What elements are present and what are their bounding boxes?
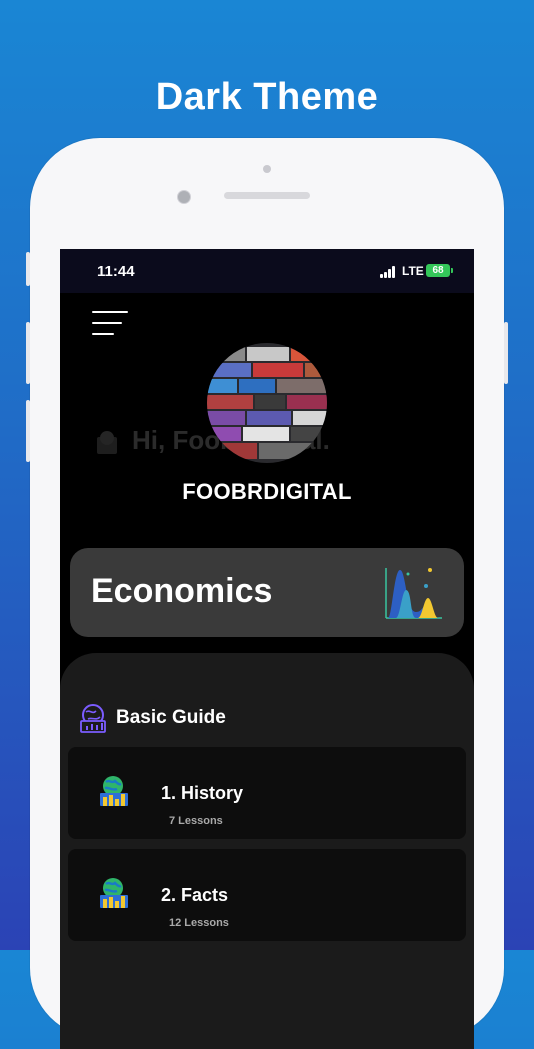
lesson-title: 2. Facts xyxy=(161,885,229,905)
lesson-count: 7 Lessons xyxy=(169,815,223,827)
menu-button[interactable] xyxy=(92,309,128,339)
phone-volume-up xyxy=(26,322,30,384)
status-bar: 11:44 LTE 68 xyxy=(60,249,474,293)
content-panel: Basic Guide 1. History 7 Lessons 2. Fact… xyxy=(60,653,474,1049)
lesson-card-facts[interactable]: 2. Facts 12 Lessons xyxy=(68,849,466,941)
front-camera xyxy=(177,190,191,204)
menu-icon-line xyxy=(92,333,114,335)
phone-frame: 11:44 LTE 68 Hi, Foobrdigital. xyxy=(26,138,508,1049)
subject-card[interactable]: Economics xyxy=(70,548,464,637)
avatar-image xyxy=(207,343,327,463)
battery-level: 68 xyxy=(432,265,444,276)
phone-speaker xyxy=(224,192,310,199)
globe-chart-icon xyxy=(80,704,106,733)
avatar[interactable] xyxy=(207,343,327,463)
app-screen: 11:44 LTE 68 Hi, Foobrdigital. xyxy=(60,249,474,1049)
section-title: Basic Guide xyxy=(116,707,226,728)
phone-mute-switch xyxy=(26,252,30,286)
lesson-count: 12 Lessons xyxy=(169,917,229,929)
globe-bar-chart-icon xyxy=(100,776,128,806)
lesson-card-history[interactable]: 1. History 7 Lessons xyxy=(68,747,466,839)
battery-icon: 68 xyxy=(426,264,450,277)
lesson-title: 1. History xyxy=(161,783,244,803)
phone-volume-down xyxy=(26,400,30,462)
globe-chart-icon xyxy=(97,431,117,454)
battery-tip xyxy=(451,268,453,273)
menu-icon-line xyxy=(92,322,122,324)
menu-icon xyxy=(92,311,128,313)
promo-title: Dark Theme xyxy=(155,76,379,118)
network-label: LTE xyxy=(402,264,424,278)
phone-power-button xyxy=(504,322,508,384)
phone-sensor xyxy=(263,165,271,173)
username: FOOBRDIGITAL xyxy=(182,479,352,504)
subject-title: Economics xyxy=(91,572,273,610)
globe-bar-chart-icon xyxy=(100,878,128,908)
distribution-chart-icon xyxy=(385,568,442,619)
signal-icon xyxy=(380,266,398,278)
status-time: 11:44 xyxy=(97,263,135,280)
